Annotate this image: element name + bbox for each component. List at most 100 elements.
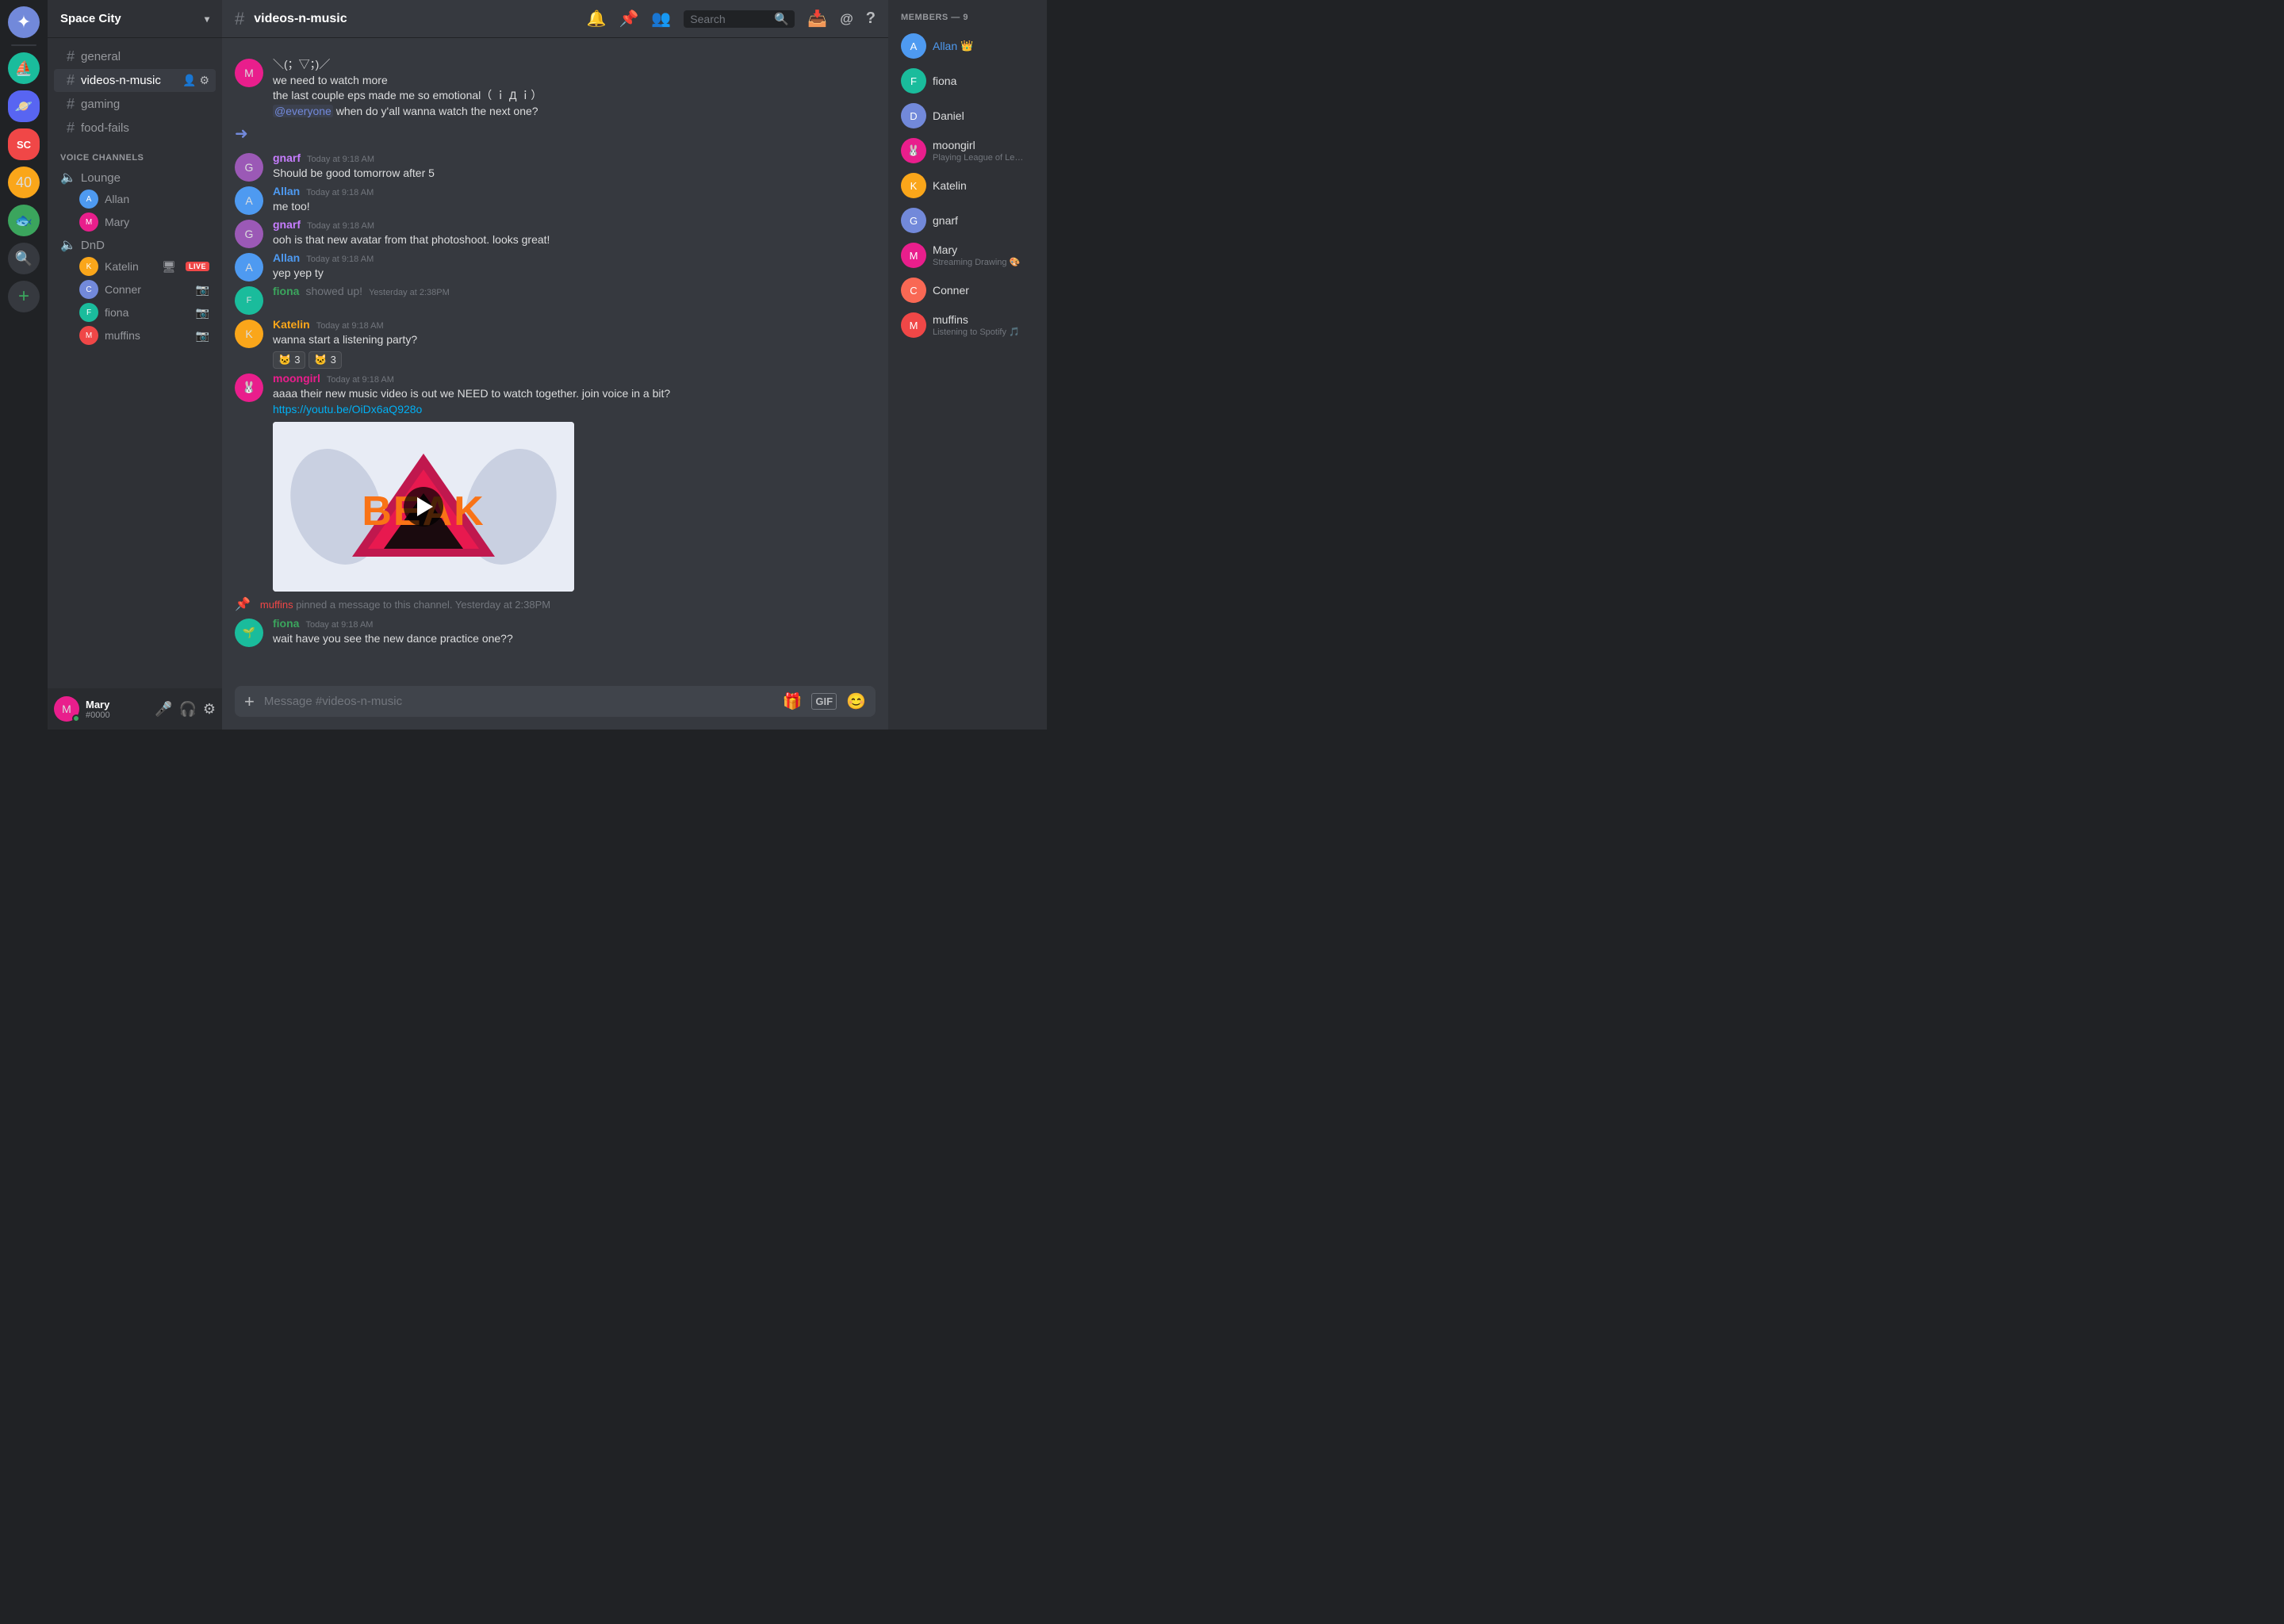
server-icon-planet[interactable]: 🪐 xyxy=(8,90,40,122)
message-header-gnarf-1: gnarf Today at 9:18 AM xyxy=(273,151,876,164)
author-fiona-final[interactable]: fiona xyxy=(273,617,299,630)
message-header-fiona-showed: fiona showed up! Yesterday at 2:38PM xyxy=(273,285,876,297)
server-icon-active[interactable]: SC xyxy=(8,128,40,160)
server-icon-add[interactable]: + xyxy=(8,281,40,312)
member-name-daniel: Daniel xyxy=(933,109,964,122)
author-allan-1[interactable]: Allan xyxy=(273,185,300,197)
author-gnarf-2[interactable]: gnarf xyxy=(273,218,301,231)
message-link-moongirl: https://youtu.be/OiDx6aQ928o xyxy=(273,402,876,418)
input-icons: 🎁 GIF 😊 xyxy=(783,691,866,711)
author-fiona-showed[interactable]: fiona xyxy=(273,285,299,297)
avatar-moongirl: 🐰 xyxy=(235,373,263,402)
voice-channels-header[interactable]: VOICE CHANNELS xyxy=(48,140,222,166)
members-list-icon[interactable]: 👥 xyxy=(651,9,671,29)
server-icon-boat[interactable]: ⛵ xyxy=(8,52,40,84)
server-name-header[interactable]: Space City ▾ xyxy=(48,0,222,38)
messages-area: M ＼(；▽；)／ we need to watch more the last… xyxy=(222,38,888,686)
server-icon-fish[interactable]: 🐟 xyxy=(8,205,40,236)
member-item-conner[interactable]: C Conner xyxy=(895,273,1040,308)
inbox-icon[interactable]: 📥 xyxy=(807,9,827,29)
author-gnarf-1[interactable]: gnarf xyxy=(273,151,301,164)
channel-item-videos-n-music[interactable]: # videos-n-music 👤 ⚙ xyxy=(54,69,216,92)
invite-members-icon[interactable]: 👤 xyxy=(182,74,196,87)
search-icon[interactable]: 🔍 xyxy=(774,12,789,26)
voice-member-muffins[interactable]: M muffins 📷 xyxy=(54,324,216,347)
timestamp-katelin: Today at 9:18 AM xyxy=(316,321,384,331)
server-dropdown-chevron: ▾ xyxy=(205,13,209,25)
reaction-cat-2[interactable]: 🐱 3 xyxy=(308,351,341,369)
discord-home-icon[interactable]: ✦ xyxy=(8,6,40,38)
message-content-fiona-showed: fiona showed up! Yesterday at 2:38PM xyxy=(273,285,876,315)
member-name-katelin: Katelin xyxy=(933,179,967,192)
voice-member-conner[interactable]: C Conner 📷 xyxy=(54,278,216,301)
server-icon-search[interactable]: 🔍 xyxy=(8,243,40,274)
member-info-fiona: fiona xyxy=(933,75,1034,87)
video-thumbnail-beak[interactable]: BEAK xyxy=(273,422,574,592)
member-info-mary: Mary Streaming Drawing 🎨 xyxy=(933,243,1034,267)
member-item-mary[interactable]: M Mary Streaming Drawing 🎨 xyxy=(895,238,1040,273)
voice-member-mary[interactable]: M Mary xyxy=(54,211,216,233)
voice-member-name-allan: Allan xyxy=(105,193,129,205)
help-icon[interactable]: ? xyxy=(866,10,876,28)
channel-hash-food: # xyxy=(67,120,75,136)
voice-member-fiona[interactable]: F fiona 📷 xyxy=(54,301,216,324)
reaction-cat-1[interactable]: 🐱 3 xyxy=(273,351,305,369)
mini-avatar-muffins: M xyxy=(79,326,98,345)
notification-bell-icon[interactable]: 🔔 xyxy=(587,9,607,29)
system-pinner-name[interactable]: muffins xyxy=(260,599,293,611)
channel-header-hash: # xyxy=(235,9,244,29)
at-icon[interactable]: @ xyxy=(840,11,853,27)
member-name-moongirl: moongirl xyxy=(933,139,975,151)
gift-icon[interactable]: 🎁 xyxy=(783,691,803,711)
voice-channel-dnd[interactable]: 🔈 DnD xyxy=(54,234,216,255)
emoji-icon[interactable]: 😊 xyxy=(846,691,866,711)
live-badge-katelin: LIVE xyxy=(186,262,209,271)
author-katelin[interactable]: Katelin xyxy=(273,318,310,331)
member-item-moongirl[interactable]: 🐰 moongirl Playing League of Legends 🎮 xyxy=(895,133,1040,168)
member-item-katelin[interactable]: K Katelin xyxy=(895,168,1040,203)
member-item-gnarf[interactable]: G gnarf xyxy=(895,203,1040,238)
server-icon-40[interactable]: 40 xyxy=(8,167,40,198)
channel-item-general[interactable]: # general xyxy=(54,45,216,68)
member-item-fiona[interactable]: F fiona xyxy=(895,63,1040,98)
voice-member-name-muffins: muffins xyxy=(105,329,140,342)
voice-member-allan[interactable]: A Allan xyxy=(54,188,216,210)
gif-button[interactable]: GIF xyxy=(811,693,837,710)
scroll-to-present-arrow[interactable]: ➜ xyxy=(222,121,888,147)
youtube-link[interactable]: https://youtu.be/OiDx6aQ928o xyxy=(273,403,422,416)
deafen-icon[interactable]: 🎧 xyxy=(178,701,196,718)
message-input-area: + 🎁 GIF 😊 xyxy=(222,686,888,730)
message-katelin: K Katelin Today at 9:18 AM wanna start a… xyxy=(222,316,888,370)
author-allan-2[interactable]: Allan xyxy=(273,251,300,264)
channel-item-gaming[interactable]: # gaming xyxy=(54,93,216,116)
author-moongirl[interactable]: moongirl xyxy=(273,372,320,385)
member-item-allan[interactable]: A Allan 👑 xyxy=(895,29,1040,63)
message-input-field[interactable] xyxy=(264,686,773,717)
message-header-katelin: Katelin Today at 9:18 AM xyxy=(273,318,876,331)
video-embed-beak[interactable]: BEAK xyxy=(273,422,574,592)
avatar-mary-initial: M xyxy=(235,59,263,87)
current-user-avatar[interactable]: M xyxy=(54,696,79,722)
video-play-button[interactable] xyxy=(404,487,443,527)
mute-icon[interactable]: 🎤 xyxy=(155,701,172,718)
search-input[interactable] xyxy=(690,13,769,25)
member-name-mary: Mary xyxy=(933,243,957,256)
channel-settings-icon[interactable]: ⚙ xyxy=(199,74,209,87)
user-settings-icon[interactable]: ⚙ xyxy=(203,701,216,718)
member-status-mary: Streaming Drawing 🎨 xyxy=(933,257,1028,267)
pin-icon[interactable]: 📌 xyxy=(619,9,638,29)
voice-channel-lounge[interactable]: 🔈 Lounge xyxy=(54,167,216,187)
message-header-fiona-final: fiona Today at 9:18 AM xyxy=(273,617,876,630)
voice-member-katelin[interactable]: K Katelin 🖥 LIVE xyxy=(54,255,216,278)
member-info-allan: Allan 👑 xyxy=(933,40,1034,52)
member-item-muffins[interactable]: M muffins Listening to Spotify 🎵 xyxy=(895,308,1040,343)
channel-item-food-fails[interactable]: # food-fails xyxy=(54,117,216,140)
message-text-mary-line2: we need to watch more xyxy=(273,73,876,89)
message-content-fiona-final: fiona Today at 9:18 AM wait have you see… xyxy=(273,617,876,647)
add-attachment-button[interactable]: + xyxy=(244,691,255,712)
pin-system-icon: 📌 xyxy=(235,596,251,612)
member-item-daniel[interactable]: D Daniel xyxy=(895,98,1040,133)
channel-name-general: general xyxy=(81,50,121,63)
everyone-mention[interactable]: @everyone xyxy=(273,105,333,117)
member-avatar-katelin: K xyxy=(901,173,926,198)
